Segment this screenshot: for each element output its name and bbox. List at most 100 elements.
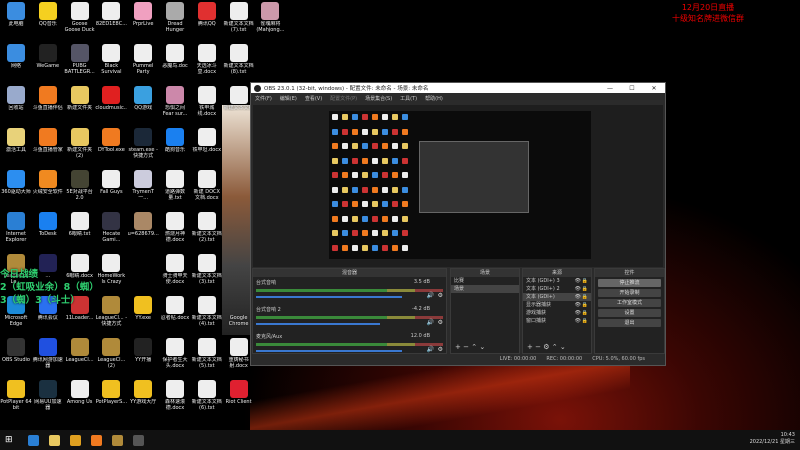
desktop-icon[interactable]: 6眼睛.txt bbox=[64, 210, 96, 252]
desktop-icon[interactable]: OBS Studio bbox=[0, 336, 32, 378]
desktop-icon[interactable]: 腾讯网游加速器 bbox=[32, 336, 64, 378]
remove-source-button[interactable]: − bbox=[535, 343, 541, 351]
desktop-icon[interactable]: 腾讯QQ bbox=[191, 0, 223, 42]
lock-icon[interactable]: 🔒 bbox=[582, 309, 588, 317]
desktop-icon[interactable]: 雀魂麻将 (Mahjong... bbox=[254, 0, 286, 42]
desktop-icon[interactable]: 360驱动大师 bbox=[0, 168, 32, 210]
desktop-icon[interactable]: cloudmusic... bbox=[95, 84, 127, 126]
desktop-icon[interactable]: 森林速滚德.docx bbox=[159, 378, 191, 420]
desktop-icon[interactable]: 激活工具 bbox=[0, 126, 32, 168]
desktop-icon[interactable]: 新建文本文档 (3).txt bbox=[191, 252, 223, 294]
maximize-button[interactable]: ☐ bbox=[621, 85, 643, 92]
gear-icon[interactable]: ⚙ bbox=[438, 319, 443, 326]
desktop-icon[interactable]: PUBG BATTLEGR... bbox=[64, 42, 96, 84]
desktop-icon[interactable]: 忍者帖.docx bbox=[159, 294, 191, 336]
desktop-icon[interactable]: LeagueCl... bbox=[64, 336, 96, 378]
desktop-icon[interactable]: 酷狗音乐 bbox=[159, 126, 191, 168]
eye-icon[interactable]: 👁 bbox=[575, 285, 581, 293]
taskbar-app-icon[interactable] bbox=[69, 434, 81, 446]
remove-scene-button[interactable]: − bbox=[463, 343, 469, 351]
source-item[interactable]: 游戏捕获 👁 🔒 bbox=[523, 309, 591, 317]
desktop-icon[interactable]: 新建 DOCX 文档.docx bbox=[191, 168, 223, 210]
close-button[interactable]: ✕ bbox=[643, 85, 665, 92]
system-clock[interactable]: 10:43 2022/12/21 星期三 bbox=[750, 432, 795, 446]
desktop-icon[interactable]: PotPlayerS... bbox=[95, 378, 127, 420]
desktop-icon[interactable]: Dread Hunger bbox=[159, 0, 191, 42]
desktop-icon[interactable]: 恶魔鸟.doc bbox=[159, 42, 191, 84]
speaker-icon[interactable]: 🔊 bbox=[427, 292, 434, 299]
eye-icon[interactable]: 👁 bbox=[575, 293, 581, 301]
desktop-icon[interactable]: 道路弹数量.txt bbox=[159, 168, 191, 210]
control-button[interactable]: 开始录制 bbox=[598, 289, 661, 297]
gear-icon[interactable]: ⚙ bbox=[543, 343, 549, 351]
menu-scene-collection[interactable]: 场景集合(S) bbox=[365, 95, 392, 102]
speaker-icon[interactable]: 🔊 bbox=[427, 346, 434, 353]
move-up-button[interactable]: ⌃ bbox=[471, 343, 477, 351]
menu-help[interactable]: 帮助(H) bbox=[425, 95, 443, 102]
menu-profile[interactable]: 配置文件(P) bbox=[330, 95, 357, 102]
taskbar-app-icon[interactable] bbox=[90, 434, 102, 446]
desktop-icon[interactable]: Goose Goose Duck bbox=[64, 0, 96, 42]
lock-icon[interactable]: 🔒 bbox=[582, 277, 588, 285]
menu-view[interactable]: 查看(V) bbox=[305, 95, 322, 102]
taskbar-app-icon[interactable] bbox=[111, 434, 123, 446]
move-down-button[interactable]: ⌄ bbox=[479, 343, 485, 351]
eye-icon[interactable]: 👁 bbox=[575, 301, 581, 309]
desktop-icon[interactable]: 82ED1E8C... bbox=[95, 0, 127, 42]
desktop-icon[interactable]: 5E对战平台 2.0 bbox=[64, 168, 96, 210]
desktop-icon[interactable]: WeGame bbox=[32, 42, 64, 84]
desktop-icon[interactable]: QQ游戏 bbox=[127, 84, 159, 126]
lock-icon[interactable]: 🔒 bbox=[582, 301, 588, 309]
eye-icon[interactable]: 👁 bbox=[575, 317, 581, 325]
desktop-icon[interactable]: PotPlayer 64 bit bbox=[0, 378, 32, 420]
desktop-icon[interactable]: LeagueCl... - 快捷方式 bbox=[95, 294, 127, 336]
volume-slider[interactable] bbox=[256, 296, 403, 298]
menu-tools[interactable]: 工具(T) bbox=[400, 95, 417, 102]
eye-icon[interactable]: 👁 bbox=[575, 309, 581, 317]
desktop-icon[interactable]: 斗鱼直播管家 bbox=[32, 126, 64, 168]
taskbar-app-icon[interactable] bbox=[27, 434, 39, 446]
control-button[interactable]: 设置 bbox=[598, 309, 661, 317]
desktop-icon[interactable]: Black Survival bbox=[95, 42, 127, 84]
desktop-icon[interactable]: Internet Explorer bbox=[0, 210, 32, 252]
volume-slider[interactable] bbox=[256, 323, 380, 325]
taskbar-app-icon[interactable] bbox=[48, 434, 60, 446]
desktop-icon[interactable]: PrprLive bbox=[127, 0, 159, 42]
desktop-icon[interactable]: 网易UU加速器 bbox=[32, 378, 64, 420]
minimize-button[interactable]: — bbox=[599, 85, 621, 92]
desktop-icon[interactable]: 新建文本文档 (6).txt bbox=[191, 378, 223, 420]
lock-icon[interactable]: 🔒 bbox=[582, 317, 588, 325]
control-button[interactable]: 停止推流 bbox=[598, 279, 661, 287]
title-bar[interactable]: OBS 23.0.1 (32-bit, windows) - 配置文件: 未命名… bbox=[251, 83, 665, 93]
lock-icon[interactable]: 🔒 bbox=[582, 293, 588, 301]
desktop-icon[interactable]: 此电脑 bbox=[0, 0, 32, 42]
desktop-icon[interactable]: HomeWork Is Crazy bbox=[95, 252, 127, 294]
desktop-icon[interactable]: 骑士骑甲天使.docx bbox=[159, 252, 191, 294]
desktop-icon[interactable]: 新建文本文档 (2).txt bbox=[191, 210, 223, 252]
desktop-icon[interactable]: 铁甲城线.docx bbox=[191, 84, 223, 126]
desktop-icon[interactable]: DYTool.exe bbox=[95, 126, 127, 168]
desktop-icon[interactable]: Hecate Gami... bbox=[95, 210, 127, 252]
control-button[interactable]: 退出 bbox=[598, 319, 661, 327]
add-source-button[interactable]: + bbox=[527, 343, 533, 351]
desktop-icon[interactable]: 新建文本文档 (7).txt bbox=[223, 0, 255, 42]
desktop-icon[interactable]: QQ音乐 bbox=[32, 0, 64, 42]
desktop-icon[interactable]: ToDesk bbox=[32, 210, 64, 252]
speaker-icon[interactable]: 🔊 bbox=[427, 319, 434, 326]
desktop-icon[interactable]: TrymenT 一... bbox=[127, 168, 159, 210]
gear-icon[interactable]: ⚙ bbox=[438, 346, 443, 353]
desktop-icon[interactable]: 火绒安全软件 bbox=[32, 168, 64, 210]
eye-icon[interactable]: 👁 bbox=[575, 277, 581, 285]
desktop-icon[interactable]: steam.exe - 快捷方式 bbox=[127, 126, 159, 168]
volume-slider[interactable] bbox=[256, 350, 403, 352]
source-item[interactable]: 文本 (GDI+) 3 👁 🔒 bbox=[523, 277, 591, 285]
source-item[interactable]: 窗口捕获 👁 🔒 bbox=[523, 317, 591, 325]
add-scene-button[interactable]: + bbox=[455, 343, 461, 351]
start-button[interactable]: ⊞ bbox=[5, 435, 13, 445]
source-item[interactable]: 文本 (GDI+) 👁 🔒 bbox=[523, 293, 591, 301]
desktop-icon[interactable]: Pummel Party bbox=[127, 42, 159, 84]
lock-icon[interactable]: 🔒 bbox=[582, 285, 588, 293]
desktop-icon[interactable]: u=628679... bbox=[127, 210, 159, 252]
desktop-icon[interactable]: 网络 bbox=[0, 42, 32, 84]
desktop-icon[interactable]: Among Us bbox=[64, 378, 96, 420]
